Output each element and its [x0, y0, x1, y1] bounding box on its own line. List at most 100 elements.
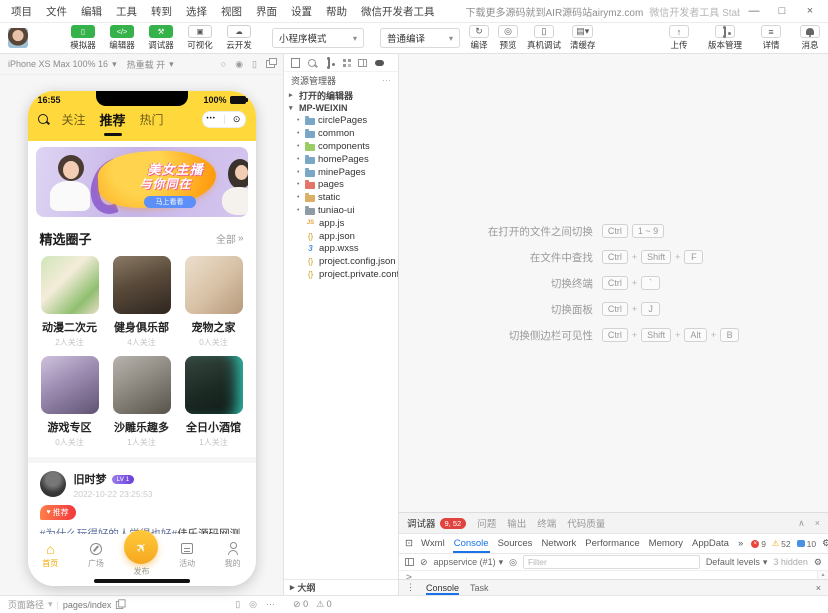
- tabbar-home[interactable]: ⌂ 首页: [28, 534, 74, 586]
- page-path-select[interactable]: 页面路径: [8, 598, 44, 611]
- menu-devtools[interactable]: 微信开发者工具: [354, 4, 442, 19]
- close-panel-icon[interactable]: ×: [815, 518, 820, 529]
- more-actions-icon[interactable]: ⋯: [382, 75, 391, 86]
- banner-cta-button[interactable]: 马上看看: [144, 196, 196, 208]
- tree-folder-homePages[interactable]: • homePages: [284, 153, 398, 166]
- more-tabs-icon[interactable]: »: [737, 534, 744, 553]
- see-all-link[interactable]: 全部 »: [216, 231, 244, 246]
- maximize-button[interactable]: □: [768, 0, 796, 22]
- log-levels-select[interactable]: Default levels ▾: [706, 557, 768, 568]
- collapse-panel-icon[interactable]: ∧: [798, 518, 805, 529]
- publish-button[interactable]: ✈: [124, 530, 158, 564]
- tabbar-mine[interactable]: 我的: [210, 534, 256, 586]
- cloud-dev-button[interactable]: ☁ 云开发: [222, 25, 256, 51]
- drawer-tab-task[interactable]: Task: [470, 580, 489, 595]
- open-editors-section[interactable]: ▸ 打开的编辑器: [284, 89, 398, 102]
- compile-mode-select[interactable]: 普通编译 ▾: [380, 28, 460, 48]
- visualization-button[interactable]: ▣ 可视化: [183, 25, 217, 51]
- record-icon[interactable]: ◉: [235, 59, 243, 70]
- drawer-more-icon[interactable]: ⋮: [406, 582, 415, 593]
- console-info-count[interactable]: 10: [797, 539, 816, 549]
- execution-context-select[interactable]: appservice (#1) ▾: [434, 557, 504, 568]
- circle-card[interactable]: 健身俱乐部 4人关注: [106, 256, 178, 348]
- tree-folder-components[interactable]: • components: [284, 140, 398, 153]
- tab-follow[interactable]: 关注: [62, 111, 86, 128]
- tree-folder-minePages[interactable]: • minePages: [284, 166, 398, 179]
- close-mini-program-icon[interactable]: ⊙: [233, 115, 241, 124]
- promo-banner[interactable]: 美女主播 与你同在 马上看看: [36, 147, 248, 217]
- rotate-icon[interactable]: ○: [221, 59, 226, 69]
- devtools-settings-icon[interactable]: ⚙: [822, 538, 828, 549]
- devtools-tab-network[interactable]: Network: [540, 534, 577, 553]
- console-sidebar-icon[interactable]: [405, 558, 414, 566]
- console-settings-icon[interactable]: ⚙: [814, 557, 822, 568]
- inspect-element-icon[interactable]: ⊡: [405, 538, 413, 549]
- console-error-count[interactable]: × 9: [751, 539, 766, 549]
- console-warning-count[interactable]: ⚠ 52: [772, 539, 791, 549]
- outline-section[interactable]: ▸ 大纲: [284, 579, 398, 595]
- more-menu-icon[interactable]: •••: [207, 116, 216, 122]
- tree-folder-pages[interactable]: • pages: [284, 179, 398, 192]
- menu-view[interactable]: 视图: [214, 4, 249, 19]
- tab-output[interactable]: 输出: [507, 516, 526, 530]
- multi-window-icon[interactable]: [266, 60, 275, 68]
- circle-card[interactable]: 宠物之家 0人关注: [178, 256, 250, 348]
- debugger-toggle-button[interactable]: ⚒ 调试器: [144, 25, 178, 51]
- drawer-tab-console[interactable]: Console: [426, 580, 459, 595]
- eye-icon[interactable]: ◎: [249, 599, 257, 610]
- console-prompt[interactable]: >: [399, 571, 419, 579]
- search-icon[interactable]: [308, 59, 316, 67]
- menu-help[interactable]: 帮助: [319, 4, 354, 19]
- drawer-close-icon[interactable]: ×: [816, 583, 821, 593]
- menu-interface[interactable]: 界面: [249, 4, 284, 19]
- scrollbar[interactable]: ▲ ▼: [817, 571, 828, 579]
- npm-icon[interactable]: [375, 60, 384, 66]
- tab-code-quality[interactable]: 代码质量: [567, 516, 605, 530]
- menu-project[interactable]: 项目: [4, 4, 39, 19]
- console-output[interactable]: > ▲ ▼: [399, 571, 828, 579]
- devtools-tab-performance[interactable]: Performance: [584, 534, 640, 553]
- circle-card[interactable]: 动漫二次元 2人关注: [34, 256, 106, 348]
- device-icon[interactable]: ▯: [235, 599, 240, 610]
- clear-cache-button[interactable]: ▤▾ 清缓存: [570, 25, 596, 51]
- copy-path-icon[interactable]: [116, 601, 123, 609]
- real-device-debug-button[interactable]: ▯ 真机调试: [527, 25, 561, 51]
- git-branch-icon[interactable]: [328, 59, 330, 67]
- tab-recommend[interactable]: 推荐: [100, 110, 126, 129]
- tab-problems[interactable]: 问题: [477, 516, 496, 530]
- tree-file-project-config[interactable]: {} project.config.json: [284, 255, 398, 268]
- tree-folder-common[interactable]: • common: [284, 127, 398, 140]
- user-avatar[interactable]: [8, 28, 28, 48]
- menu-select[interactable]: 选择: [179, 4, 214, 19]
- close-button[interactable]: ×: [796, 0, 824, 22]
- tree-folder-circlePages[interactable]: • circlePages: [284, 115, 398, 128]
- post-avatar[interactable]: [40, 471, 66, 497]
- devtools-tab-wxml[interactable]: Wxml: [420, 534, 446, 553]
- messages-button[interactable]: 消息: [800, 25, 820, 51]
- details-button[interactable]: ≡ 详情: [761, 25, 781, 51]
- tab-hot[interactable]: 热门: [140, 111, 164, 128]
- tree-folder-tuniao-ui[interactable]: • tuniao-ui: [284, 204, 398, 217]
- device-select[interactable]: iPhone XS Max 100% 16: [8, 59, 108, 69]
- clear-console-icon[interactable]: ⊘: [420, 557, 428, 568]
- project-root-section[interactable]: ▾ MP-WEIXIN: [284, 102, 398, 115]
- version-management-button[interactable]: 版本管理: [708, 25, 742, 51]
- tree-file-project-private-config[interactable]: {} project.private.config.js...: [284, 268, 398, 281]
- device-frame-icon[interactable]: ▯: [252, 59, 257, 70]
- menu-tools[interactable]: 工具: [109, 4, 144, 19]
- files-icon[interactable]: [291, 58, 300, 68]
- tree-file-app-wxss[interactable]: 3 app.wxss: [284, 243, 398, 256]
- more-icon[interactable]: ⋯: [266, 599, 275, 610]
- menu-file[interactable]: 文件: [39, 4, 74, 19]
- tab-terminal[interactable]: 终端: [537, 516, 556, 530]
- circle-card[interactable]: 游戏专区 0人关注: [34, 356, 106, 448]
- hot-reload-toggle[interactable]: 热重载 开: [127, 58, 166, 71]
- circle-card[interactable]: 沙雕乐趣多 1人关注: [106, 356, 178, 448]
- simulator-toggle-button[interactable]: ▯ 模拟器: [66, 25, 100, 51]
- circle-card[interactable]: 全日小酒馆 1人关注: [178, 356, 250, 448]
- minimize-button[interactable]: —: [740, 0, 768, 22]
- editor-toggle-button[interactable]: </> 编辑器: [105, 25, 139, 51]
- tree-folder-static[interactable]: • static: [284, 191, 398, 204]
- menu-settings[interactable]: 设置: [284, 4, 319, 19]
- tree-file-app-json[interactable]: {} app.json: [284, 230, 398, 243]
